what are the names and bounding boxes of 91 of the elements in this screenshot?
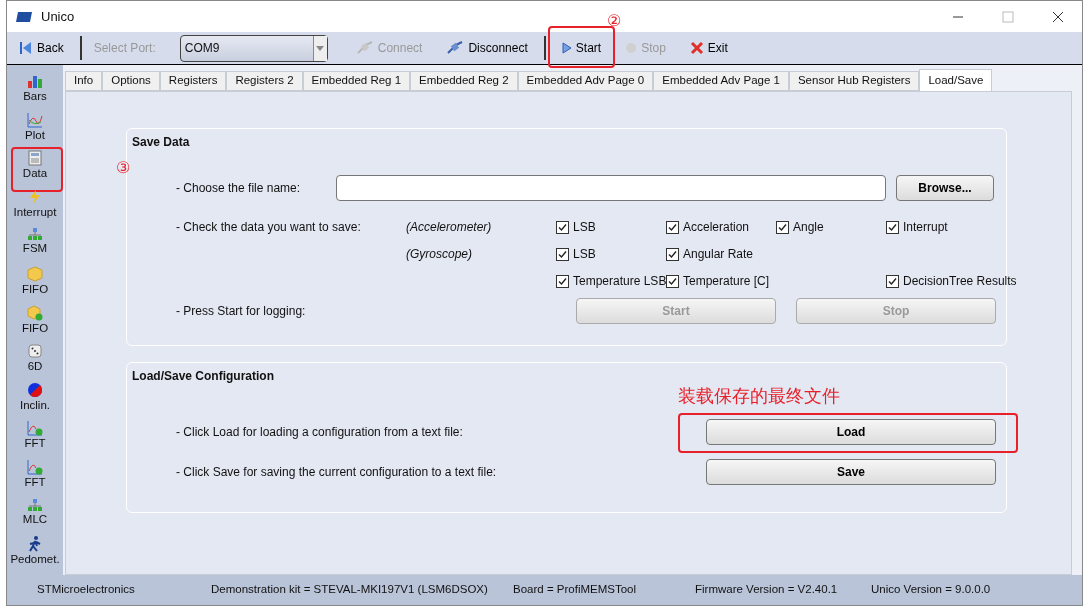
file-name-field[interactable] [336, 175, 886, 201]
tab[interactable]: Info [65, 71, 103, 91]
dropdown-arrow-icon [316, 45, 325, 51]
tab[interactable]: Embedded Reg 1 [302, 71, 411, 91]
logo-icon [15, 11, 33, 22]
status-text: Demonstration kit = STEVAL-MKI197V1 (LSM6DSOX) [211, 582, 489, 598]
sidebar-item[interactable]: FFT [24, 420, 46, 451]
checkbox-label: Angular Rate [683, 246, 754, 263]
status-text: Unico Version = 9.0.0.0 [871, 582, 991, 598]
field-label: - Press Start for logging: [176, 303, 307, 320]
checkbox[interactable] [556, 220, 569, 234]
checkbox-label: Angle [793, 219, 824, 236]
toolbar-button[interactable]: Back [11, 35, 72, 61]
box-icon [27, 266, 43, 283]
sidebar-item[interactable]: MLC [22, 497, 48, 526]
tab[interactable]: Options [102, 71, 160, 91]
lightning-icon [27, 188, 43, 205]
dice-icon [27, 343, 43, 360]
line-chart-icon [27, 459, 43, 476]
step-marker: ② [607, 13, 622, 29]
tab[interactable]: Load/Save [919, 69, 993, 91]
checkbox-label: Acceleration [683, 219, 750, 236]
window-title: Unico [41, 7, 75, 26]
plug-icon [355, 41, 374, 55]
sidebar-item[interactable]: FIFO [21, 266, 49, 297]
checkbox[interactable] [556, 274, 569, 288]
checkbox[interactable] [886, 274, 899, 288]
sidebar-item[interactable]: Bars [23, 73, 47, 103]
status-text: Firmware Version = V2.40.1 [695, 582, 839, 598]
sidebar-item[interactable]: Plot [25, 111, 45, 142]
close-icon[interactable] [1052, 10, 1064, 23]
checkbox[interactable] [886, 220, 899, 234]
section-title: Load/Save Configuration [132, 368, 275, 385]
box-icon [27, 304, 43, 321]
bar-chart-icon [27, 73, 43, 89]
status-text: Board = ProfiMEMSTool [513, 582, 638, 598]
section-title: Save Data [132, 134, 191, 151]
sidebar-item[interactable]: FFT [24, 459, 46, 490]
config-button[interactable]: Load [706, 419, 996, 445]
status-text: STMicroelectronics [37, 582, 136, 598]
checkbox-label: LSB [573, 219, 596, 236]
instruction-text: - Click Load for loading a configuration from a text file: [176, 424, 464, 441]
tab[interactable]: Embedded Adv Page 1 [653, 71, 789, 91]
back-icon [19, 41, 33, 55]
tab[interactable]: Embedded Reg 2 [410, 71, 518, 91]
checkbox-label: Temperature [C] [683, 273, 770, 290]
annotation-note: 装载保存的最终文件 [678, 385, 841, 407]
line-chart-icon [27, 420, 43, 437]
checkbox-label: Temperature LSB [573, 273, 667, 290]
sensor-label: (Gyroscope) [406, 246, 474, 263]
play-icon [561, 42, 572, 54]
walking-figure-icon [28, 536, 42, 553]
config-button[interactable]: Save [706, 459, 996, 485]
calculator-icon [28, 150, 42, 167]
port-label: Select Port: [92, 40, 157, 57]
close-icon [689, 41, 704, 55]
plug-icon [446, 41, 465, 55]
toolbar-button[interactable]: Exit [681, 35, 736, 61]
instruction-text: - Click Save for saving the current configuration to a text file: [176, 464, 498, 481]
sidebar-item[interactable]: FSM [22, 227, 48, 256]
toolbar-button[interactable]: Disconnect [438, 35, 536, 61]
tab[interactable]: Embedded Adv Page 0 [517, 71, 654, 91]
checkbox[interactable] [666, 274, 679, 288]
field-label: - Check the data you want to save: [176, 219, 362, 236]
tab[interactable]: Registers [159, 71, 227, 91]
checkbox-label: LSB [573, 246, 596, 263]
sidebar-item[interactable]: 6D [27, 343, 43, 374]
checkbox[interactable] [556, 247, 569, 261]
port-dropdown[interactable]: COM9 [179, 34, 328, 62]
sidebar-item[interactable]: Interrupt [13, 188, 57, 219]
tree-icon [27, 227, 43, 242]
line-chart-icon [27, 111, 43, 128]
checkbox-label: DecisionTree Results [903, 273, 1017, 290]
sidebar-item[interactable]: FIFO [21, 304, 49, 335]
sensor-label: (Accelerometer) [406, 219, 493, 236]
sidebar-item[interactable]: Inclin. [19, 381, 50, 412]
toolbar-button[interactable]: Start [553, 35, 610, 61]
tab[interactable]: Registers 2 [226, 71, 303, 91]
sidebar-item[interactable]: Data [22, 150, 48, 181]
step-marker: ③ [115, 160, 130, 177]
field-label: - Choose the file name: [176, 180, 302, 197]
tab[interactable]: Sensor Hub Registers [788, 71, 920, 91]
browse-button[interactable]: Browse... [896, 175, 994, 201]
checkbox[interactable] [666, 247, 679, 261]
tree-icon [27, 497, 43, 512]
checkbox-label: Interrupt [903, 219, 948, 236]
split-circle-icon [27, 381, 43, 398]
stop-icon [625, 42, 638, 54]
checkbox[interactable] [776, 220, 789, 234]
sidebar-item[interactable]: Pedomet. [10, 536, 60, 567]
checkbox[interactable] [666, 220, 679, 234]
